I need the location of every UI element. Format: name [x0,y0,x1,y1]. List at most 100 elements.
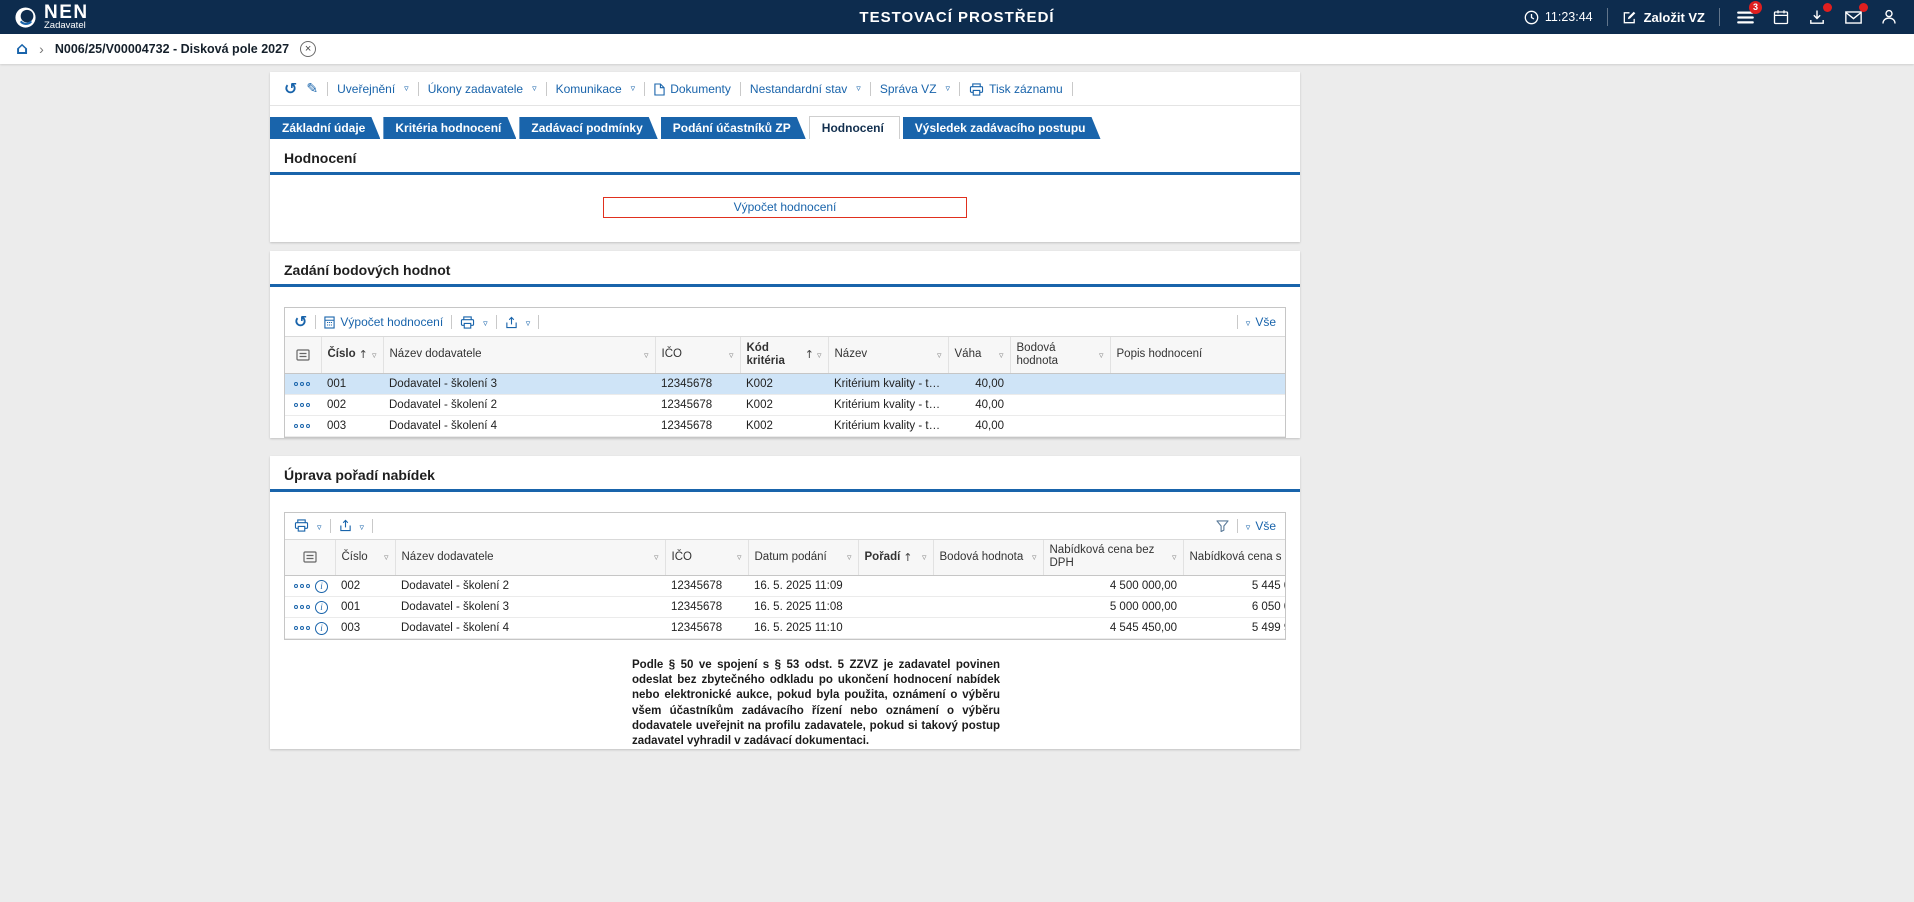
filter-caret-icon[interactable] [384,551,389,563]
export-options-caret[interactable] [360,519,365,533]
col-cislo[interactable]: Číslo [335,540,395,576]
col-vaha[interactable]: Váha [948,337,1010,373]
menu-ukony-zadavatele[interactable]: Úkony zadavatele [428,82,537,96]
vypocet-hodnoceni-button[interactable]: Výpočet hodnocení [603,197,967,218]
points-card: Zadání bodových hodnot Výpočet hodnocení [270,251,1300,438]
grid-print-button[interactable] [294,519,309,532]
menu-tisk-zaznamu[interactable]: Tisk záznamu [969,82,1063,96]
info-icon[interactable] [315,601,328,614]
filter-caret-icon[interactable] [817,349,822,361]
print-options-caret[interactable] [317,519,322,533]
main-menu-button[interactable]: 3 [1734,6,1756,28]
environment-title: TESTOVACÍ PROSTŘEDÍ [859,9,1054,26]
view-all-label: Vše [1255,519,1276,533]
row-menu-icon[interactable] [294,403,310,407]
menu-sprava-vz[interactable]: Správa VZ [880,82,950,96]
filter-caret-icon[interactable] [644,349,649,361]
col-label: Bodová hodnota [940,551,1024,564]
col-bodova-hodnota[interactable]: Bodová hodnota [933,540,1043,576]
filter-caret-icon[interactable] [372,349,377,361]
col-label: Kód kritéria [747,342,802,368]
filter-caret-icon[interactable] [737,551,742,563]
col-ico[interactable]: IČO [655,337,740,373]
col-datum-podani[interactable]: Datum podání [748,540,858,576]
table-row[interactable]: 002 Dodavatel - školení 2 12345678 16. 5… [285,576,1285,597]
tab-zakladni-udaje[interactable]: Základní údaje [270,117,380,139]
col-cena-bez-dph[interactable]: Nabídková cena bez DPH [1043,540,1183,576]
info-icon[interactable] [315,580,328,593]
menu-komunikace[interactable]: Komunikace [556,82,636,96]
cell-cislo: 002 [335,576,395,597]
col-poradi[interactable]: Pořadí [858,540,933,576]
menu-dokumenty[interactable]: Dokumenty [654,82,731,96]
filter-caret-icon[interactable] [1099,349,1104,361]
tab-kriteria-hodnoceni[interactable]: Kritéria hodnocení [383,117,516,139]
cell-dodavatel: Dodavatel - školení 3 [395,597,665,618]
view-caret [1246,519,1251,533]
row-menu-icon[interactable] [294,424,310,428]
row-menu-icon[interactable] [294,605,310,609]
filter-caret-icon[interactable] [999,349,1004,361]
col-dodavatel[interactable]: Název dodavatele [395,540,665,576]
col-bodova-hodnota[interactable]: Bodová hodnota [1010,337,1110,373]
downloads-button[interactable] [1806,6,1828,28]
filter-caret-icon[interactable] [729,349,734,361]
col-nazev[interactable]: Název [828,337,948,373]
filter-caret-icon[interactable] [1172,551,1177,563]
nen-logo[interactable]: NEN Zadavatel [14,4,89,31]
grid-filter-button[interactable] [1216,520,1229,532]
edit-button[interactable] [306,82,318,96]
grid-view-all-button[interactable]: Vše [1246,519,1276,533]
tab-zadavaci-podminky[interactable]: Zadávací podmínky [519,117,657,139]
home-icon[interactable] [16,41,28,58]
grid-print-button[interactable] [460,316,475,329]
cell-cena-s: 5 499 994,50 [1183,618,1285,639]
messages-button[interactable] [1842,6,1864,28]
filter-caret-icon[interactable] [937,349,942,361]
divider [1607,8,1608,26]
create-vz-button[interactable]: Založit VZ [1622,10,1705,25]
table-row[interactable]: 001 Dodavatel - školení 3 12345678 K002 … [285,373,1285,394]
row-selector-header[interactable] [285,540,335,576]
row-selector-header[interactable] [285,337,321,373]
profile-button[interactable] [1878,6,1900,28]
col-dodavatel[interactable]: Název dodavatele [383,337,655,373]
calendar-button[interactable] [1770,6,1792,28]
row-menu-icon[interactable] [294,382,310,386]
menu-uverejneni[interactable]: Uveřejnění [337,82,409,96]
filter-caret-icon[interactable] [654,551,659,563]
tab-hodnoceni[interactable]: Hodnocení [809,116,900,139]
col-kod-kriteria[interactable]: Kód kritéria [740,337,828,373]
col-popis-hodnoceni[interactable]: Popis hodnocení [1110,337,1285,373]
table-row[interactable]: 003 Dodavatel - školení 4 12345678 K002 … [285,415,1285,436]
menu-nestandardni-stav[interactable]: Nestandardní stav [750,82,861,96]
grid-export-button[interactable] [505,316,518,329]
row-menu-icon[interactable] [294,584,310,588]
table-row[interactable]: 002 Dodavatel - školení 2 12345678 K002 … [285,394,1285,415]
grid-export-button[interactable] [339,519,352,532]
cell-cislo: 003 [321,415,383,436]
grid-view-all-button[interactable]: Vše [1246,315,1276,329]
topbar: NEN Zadavatel TESTOVACÍ PROSTŘEDÍ 11:23:… [0,0,1914,34]
info-icon[interactable] [315,622,328,635]
cell-vaha: 40,00 [948,373,1010,394]
tab-podani-ucastniku[interactable]: Podání účastníků ZP [661,117,806,139]
filter-caret-icon[interactable] [847,551,852,563]
tab-vysledek-postupu[interactable]: Výsledek zadávacího postupu [903,117,1101,139]
grid-compute-button[interactable]: Výpočet hodnocení [324,315,443,329]
grid-filter-button[interactable] [1216,316,1229,328]
print-options-caret[interactable] [483,315,488,329]
close-record-icon[interactable] [300,41,316,57]
table-row[interactable]: 003 Dodavatel - školení 4 12345678 16. 5… [285,618,1285,639]
export-options-caret[interactable] [526,315,531,329]
divider [418,82,419,96]
col-ico[interactable]: IČO [665,540,748,576]
history-button[interactable] [284,81,297,97]
col-cislo[interactable]: Číslo [321,337,383,373]
filter-caret-icon[interactable] [1032,551,1037,563]
col-cena-s-dph[interactable]: Nabídková cena s DPH [1183,540,1285,576]
filter-caret-icon[interactable] [922,551,927,563]
table-row[interactable]: 001 Dodavatel - školení 3 12345678 16. 5… [285,597,1285,618]
grid-refresh-button[interactable] [294,314,307,330]
row-menu-icon[interactable] [294,626,310,630]
